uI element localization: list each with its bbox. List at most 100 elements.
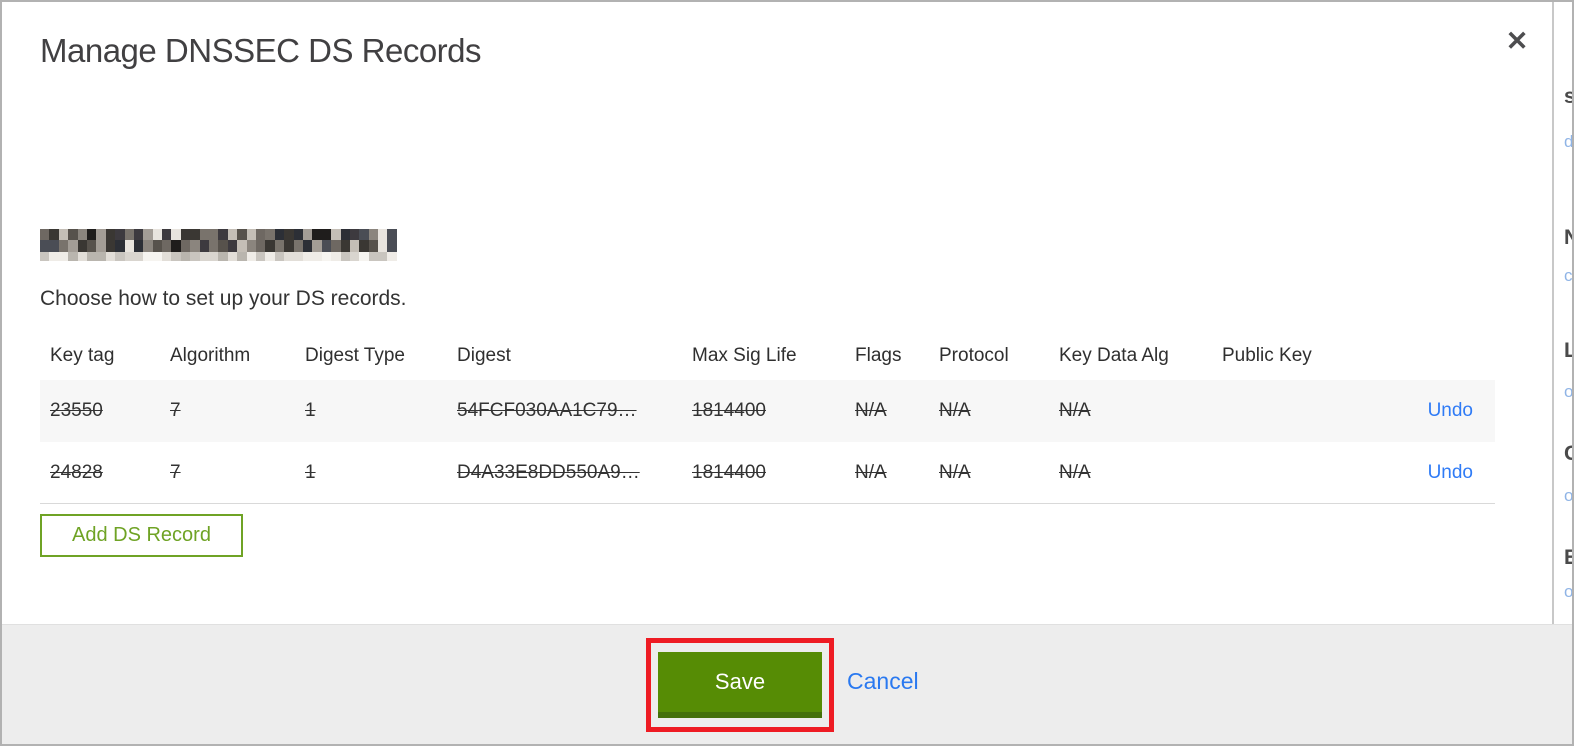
redaction-pixel — [340, 240, 350, 252]
redaction-pixel — [96, 240, 106, 252]
clipped-text-fragment: d — [1564, 132, 1574, 151]
redaction-pixel — [180, 240, 191, 252]
redaction-pixel — [246, 229, 256, 240]
redaction-pixel — [321, 252, 332, 261]
redaction-pixel — [133, 240, 144, 252]
redaction-pixel — [162, 252, 172, 261]
cell-key-data-alg: N/A — [1059, 400, 1091, 421]
clipped-text-fragment: E — [1564, 546, 1572, 570]
cell-key-data-alg: N/A — [1059, 461, 1091, 483]
redaction-pixel — [133, 229, 144, 240]
redaction-pixel — [387, 229, 397, 240]
col-header-max-sig-life: Max Sig Life — [692, 345, 797, 366]
redaction-pixel — [115, 229, 125, 240]
redaction-pixel — [68, 252, 78, 261]
undo-link[interactable]: Undo — [1428, 400, 1473, 421]
redaction-pixel — [237, 252, 247, 261]
clipped-text-fragment: o — [1564, 582, 1574, 601]
redaction-pixel — [284, 252, 294, 261]
ds-records-table: Key tag Algorithm Digest Type Digest Max… — [40, 332, 1495, 504]
redaction-pixel — [293, 252, 303, 261]
redaction-pixel — [209, 252, 219, 261]
redaction-pixel — [68, 240, 78, 252]
redaction-pixel — [349, 240, 360, 252]
redaction-pixel — [86, 252, 97, 261]
redaction-pixel — [368, 240, 379, 252]
redaction-pixel — [105, 240, 116, 252]
redaction-pixel — [58, 240, 69, 252]
redaction-pixel — [171, 229, 181, 240]
redaction-pixel — [265, 229, 275, 240]
table-row: 23550 7 1 54FCF030AA1C79… 1814400 N/A N/… — [40, 380, 1495, 442]
redaction-pixel — [58, 229, 69, 240]
redaction-pixel — [321, 229, 332, 240]
col-header-digest: Digest — [457, 345, 511, 366]
redaction-pixel — [86, 229, 97, 240]
redaction-pixel — [274, 229, 285, 240]
cell-digest: 54FCF030AA1C79… — [457, 400, 637, 421]
close-icon[interactable]: ✕ — [1500, 24, 1534, 58]
redaction-pixel — [387, 252, 397, 261]
redaction-pixel — [302, 252, 313, 261]
redaction-pixel — [115, 252, 125, 261]
save-button[interactable]: Save — [658, 652, 822, 718]
redaction-pixel — [227, 229, 238, 240]
redaction-pixel — [265, 252, 275, 261]
redaction-pixel — [96, 252, 106, 261]
redaction-pixel — [40, 252, 50, 261]
redaction-pixel — [246, 240, 256, 252]
redaction-pixel — [284, 229, 294, 240]
redaction-pixel — [312, 240, 322, 252]
redaction-pixel — [199, 240, 210, 252]
redaction-pixel — [368, 252, 379, 261]
redaction-pixel — [105, 229, 116, 240]
redaction-pixel — [105, 252, 116, 261]
redaction-pixel — [40, 240, 50, 252]
redaction-pixel — [77, 252, 87, 261]
redaction-pixel — [190, 229, 200, 240]
undo-link[interactable]: Undo — [1428, 462, 1473, 483]
clipped-text-fragment: N — [1564, 226, 1572, 250]
redacted-domain-name — [40, 229, 397, 261]
redaction-pixel — [49, 240, 59, 252]
redaction-pixel — [77, 240, 87, 252]
redaction-pixel — [162, 229, 172, 240]
cell-protocol: N/A — [939, 461, 971, 483]
redaction-pixel — [302, 240, 313, 252]
redaction-pixel — [68, 229, 78, 240]
redaction-pixel — [340, 229, 350, 240]
redaction-pixel — [293, 240, 303, 252]
redaction-pixel — [246, 252, 256, 261]
redaction-pixel — [284, 240, 294, 252]
table-header-row: Key tag Algorithm Digest Type Digest Max… — [40, 332, 1495, 380]
add-ds-record-button[interactable]: Add DS Record — [40, 514, 243, 557]
redaction-pixel — [255, 229, 266, 240]
redaction-pixel — [340, 252, 350, 261]
redaction-pixel — [387, 240, 397, 252]
redaction-pixel — [49, 252, 59, 261]
redaction-pixel — [237, 240, 247, 252]
redaction-pixel — [359, 229, 369, 240]
redaction-pixel — [143, 252, 153, 261]
cancel-link[interactable]: Cancel — [847, 668, 919, 695]
redaction-pixel — [312, 229, 322, 240]
redaction-pixel — [209, 229, 219, 240]
cell-protocol: N/A — [939, 400, 971, 421]
page-title: Manage DNSSEC DS Records — [40, 32, 482, 69]
redaction-pixel — [218, 252, 228, 261]
table-row: 24828 7 1 D4A33E8DD550A9… 1814400 N/A N/… — [40, 442, 1495, 504]
redaction-pixel — [49, 229, 59, 240]
cell-digest-type: 1 — [305, 400, 316, 421]
redaction-pixel — [321, 240, 332, 252]
redaction-pixel — [124, 229, 134, 240]
redaction-pixel — [265, 240, 275, 252]
redaction-pixel — [86, 240, 97, 252]
redaction-pixel — [152, 240, 163, 252]
redaction-pixel — [124, 240, 134, 252]
col-header-key-data-alg: Key Data Alg — [1059, 345, 1169, 366]
redaction-pixel — [302, 229, 313, 240]
background-page-strip: sdNcLoCoEoPl — [1549, 2, 1574, 624]
redaction-pixel — [349, 252, 360, 261]
cell-algorithm: 7 — [170, 400, 181, 421]
clipped-text-fragment: s — [1564, 85, 1572, 109]
